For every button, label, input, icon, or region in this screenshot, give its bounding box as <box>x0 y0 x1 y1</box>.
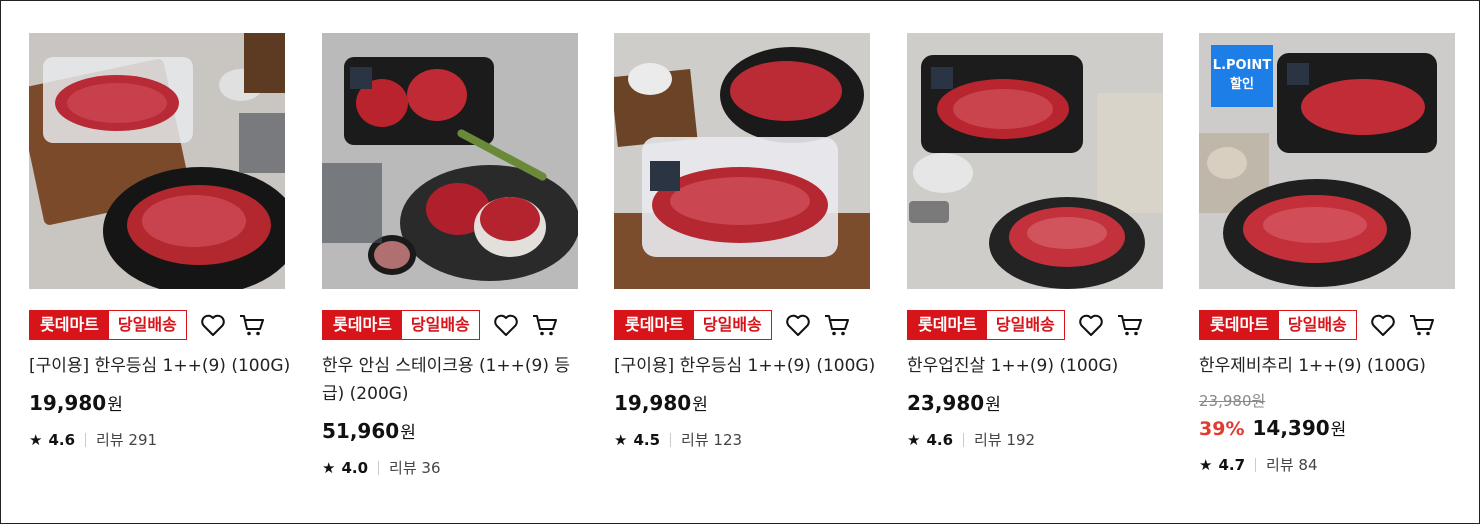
cart-icon[interactable] <box>239 312 265 338</box>
same-day-badge: 당일배송 <box>401 311 479 339</box>
cart-icon[interactable] <box>824 312 850 338</box>
delivery-badges: 롯데마트 당일배송 <box>614 310 772 340</box>
product-title[interactable]: [구이용] 한우등심 1++(9) (100G) <box>29 352 291 380</box>
product-price: 51,960 원 <box>322 418 578 443</box>
review-count: 84 <box>1298 455 1318 474</box>
same-day-badge: 당일배송 <box>108 311 186 339</box>
product-price: 19,980 원 <box>29 390 285 415</box>
currency-label: 원 <box>692 395 708 415</box>
delivery-badges: 롯데마트 당일배송 <box>907 310 1065 340</box>
divider <box>963 432 965 447</box>
divider <box>378 460 380 475</box>
l-point-discount-badge: L.POINT 할인 <box>1211 45 1273 107</box>
heart-icon[interactable] <box>493 312 519 338</box>
product-title[interactable]: 한우제비추리 1++(9) (100G) <box>1199 352 1461 380</box>
currency-label: 원 <box>1330 420 1347 440</box>
currency-label: 원 <box>107 395 123 415</box>
reviews-label: 리뷰 <box>96 431 124 449</box>
delivery-badges: 롯데마트 당일배송 <box>29 310 187 340</box>
star-icon: ★ <box>322 458 336 477</box>
currency-label: 원 <box>1251 392 1266 410</box>
star-icon: ★ <box>1199 455 1213 474</box>
currency-label: 원 <box>985 395 1001 415</box>
rating-row: ★ 4.6 리뷰 192 <box>907 429 1163 450</box>
rating-row: ★ 4.6 리뷰 291 <box>29 429 285 450</box>
discount-rate: 39% <box>1199 418 1245 440</box>
store-badge: 롯데마트 <box>1200 311 1279 339</box>
product-card-5[interactable]: L.POINT 할인 롯데마트 당일배송 한우제비추리 1++(9) (100G… <box>1199 33 1455 475</box>
same-day-badge: 당일배송 <box>693 311 771 339</box>
heart-icon[interactable] <box>1370 312 1396 338</box>
store-badge: 롯데마트 <box>615 311 694 339</box>
rating-row: ★ 4.7 리뷰 84 <box>1199 454 1455 475</box>
reviews-label: 리뷰 <box>389 459 417 477</box>
rating-score: 4.6 <box>926 430 954 449</box>
rating-row: ★ 4.0 리뷰 36 <box>322 457 578 478</box>
review-count: 291 <box>128 430 158 449</box>
reviews-label: 리뷰 <box>974 431 1002 449</box>
promo-label: L.POINT <box>1212 58 1272 73</box>
divider <box>1255 457 1257 472</box>
review-count: 192 <box>1006 430 1036 449</box>
store-badge: 롯데마트 <box>908 311 987 339</box>
heart-icon[interactable] <box>1078 312 1104 338</box>
heart-icon[interactable] <box>200 312 226 338</box>
reviews-label: 리뷰 <box>1266 456 1294 474</box>
delivery-badges: 롯데마트 당일배송 <box>322 310 480 340</box>
divider <box>85 432 87 447</box>
product-image[interactable] <box>322 33 578 289</box>
store-badge: 롯데마트 <box>323 311 402 339</box>
reviews-label: 리뷰 <box>681 431 709 449</box>
price-value: 19,980 <box>614 391 692 415</box>
product-image[interactable] <box>907 33 1163 289</box>
delivery-badges: 롯데마트 당일배송 <box>1199 310 1357 340</box>
star-icon: ★ <box>614 430 628 449</box>
sale-price: 39% 14,390 원 <box>1199 415 1455 440</box>
rating-score: 4.5 <box>633 430 661 449</box>
cart-icon[interactable] <box>1409 312 1435 338</box>
divider <box>670 432 672 447</box>
product-card-3[interactable]: 롯데마트 당일배송 [구이용] 한우등심 1++(9) (100G) 19,98… <box>614 33 875 450</box>
product-image[interactable] <box>29 33 285 289</box>
product-price: 19,980 원 <box>614 390 870 415</box>
product-title[interactable]: 한우업진살 1++(9) (100G) <box>907 352 1169 380</box>
price-value: 14,390 <box>1252 416 1330 440</box>
product-image[interactable] <box>614 33 870 289</box>
product-title[interactable]: 한우 안심 스테이크용 (1++(9) 등급) (200G) <box>322 352 584 408</box>
same-day-badge: 당일배송 <box>1278 311 1356 339</box>
price-value: 51,960 <box>322 419 400 443</box>
rating-score: 4.0 <box>341 458 369 477</box>
original-price-value: 23,980 <box>1199 392 1252 410</box>
cart-icon[interactable] <box>532 312 558 338</box>
rating-score: 4.7 <box>1218 455 1246 474</box>
rating-score: 4.6 <box>48 430 76 449</box>
product-card-1[interactable]: 롯데마트 당일배송 [구이용] 한우등심 1++(9) (100G) 19,98… <box>29 33 290 450</box>
product-card-4[interactable]: 롯데마트 당일배송 한우업진살 1++(9) (100G) 23,980 원 ★… <box>907 33 1163 450</box>
product-image[interactable]: L.POINT 할인 <box>1199 33 1455 289</box>
store-badge: 롯데마트 <box>30 311 109 339</box>
rating-row: ★ 4.5 리뷰 123 <box>614 429 870 450</box>
cart-icon[interactable] <box>1117 312 1143 338</box>
same-day-badge: 당일배송 <box>986 311 1064 339</box>
product-title[interactable]: [구이용] 한우등심 1++(9) (100G) <box>614 352 876 380</box>
review-count: 123 <box>713 430 743 449</box>
price-value: 19,980 <box>29 391 107 415</box>
review-count: 36 <box>421 458 441 477</box>
currency-label: 원 <box>400 423 416 443</box>
star-icon: ★ <box>907 430 921 449</box>
original-price: 23,980원 <box>1199 390 1455 411</box>
price-value: 23,980 <box>907 391 985 415</box>
promo-label: 할인 <box>1230 77 1254 92</box>
product-price: 23,980 원 <box>907 390 1163 415</box>
heart-icon[interactable] <box>785 312 811 338</box>
star-icon: ★ <box>29 430 43 449</box>
product-card-2[interactable]: 롯데마트 당일배송 한우 안심 스테이크용 (1++(9) 등급) (200G)… <box>322 33 578 478</box>
